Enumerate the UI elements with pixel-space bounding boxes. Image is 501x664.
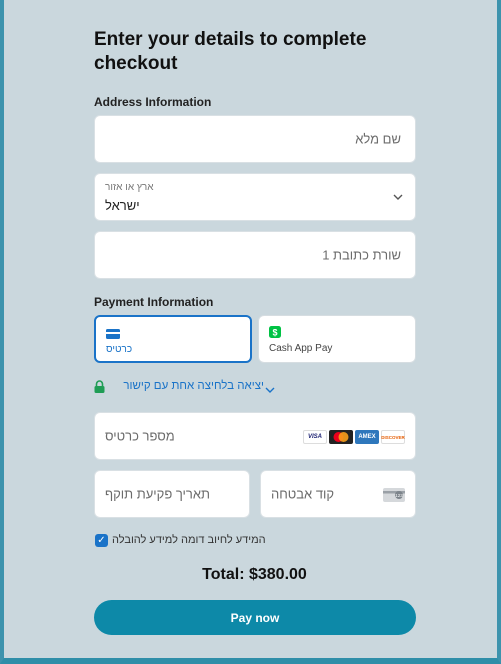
- pay-now-button[interactable]: Pay now: [94, 600, 416, 635]
- checkout-page: Enter your details to complete checkout …: [0, 0, 501, 664]
- page-title: Enter your details to complete checkout: [94, 29, 367, 74]
- amex-logo: AMEX: [355, 430, 379, 444]
- expiry-placeholder: תאריך פקיעת תוקף: [105, 486, 211, 502]
- cvc-field[interactable]: קוד אבטחה 123: [260, 470, 416, 518]
- card-brand-logos: VISA AMEX DISCOVER: [303, 430, 405, 444]
- payment-tab-card-label: כרטיס: [106, 344, 133, 355]
- country-label: ארץ או אזור: [105, 182, 154, 193]
- chevron-down-icon: [393, 191, 403, 205]
- payment-section-label: Payment Information: [94, 295, 214, 309]
- country-value: ישראל: [105, 198, 140, 213]
- svg-text:$: $: [272, 328, 277, 338]
- mastercard-logo: [329, 430, 353, 444]
- order-total: Total: $380.00: [202, 566, 307, 583]
- country-select[interactable]: ארץ או אזור ישראל: [94, 173, 416, 221]
- billing-same-label: המידע לחיוב דומה למידע להובלה: [112, 534, 266, 546]
- chevron-down-icon[interactable]: [265, 382, 275, 400]
- address-line1-placeholder: שורת כתובת 1: [322, 247, 401, 263]
- cvc-card-icon: 123: [383, 488, 405, 507]
- credit-card-icon: [106, 326, 120, 344]
- billing-same-checkbox[interactable]: ✓: [95, 534, 108, 547]
- payment-tab-card[interactable]: כרטיס: [94, 315, 252, 363]
- payment-tab-cash-app-label: Cash App Pay: [269, 343, 333, 354]
- address-line1-field[interactable]: שורת כתובת 1: [94, 231, 416, 279]
- discover-logo: DISCOVER: [381, 430, 405, 444]
- expiry-field[interactable]: תאריך פקיעת תוקף: [94, 470, 250, 518]
- card-number-field[interactable]: מספר כרטיס VISA AMEX DISCOVER: [94, 412, 416, 460]
- address-section-label: Address Information: [94, 95, 212, 109]
- cvc-placeholder: קוד אבטחה: [271, 486, 335, 502]
- full-name-field[interactable]: שם מלא: [94, 115, 416, 163]
- payment-tab-cash-app[interactable]: $ Cash App Pay: [258, 315, 416, 363]
- lock-icon: [94, 380, 105, 398]
- one-click-link[interactable]: יציאה בלחיצה אחת עם קישור: [109, 380, 264, 396]
- card-number-placeholder: מספר כרטיס: [105, 428, 175, 444]
- full-name-placeholder: שם מלא: [355, 131, 401, 147]
- visa-logo: VISA: [303, 430, 327, 444]
- svg-text:123: 123: [395, 493, 403, 498]
- cash-app-icon: $: [269, 325, 281, 343]
